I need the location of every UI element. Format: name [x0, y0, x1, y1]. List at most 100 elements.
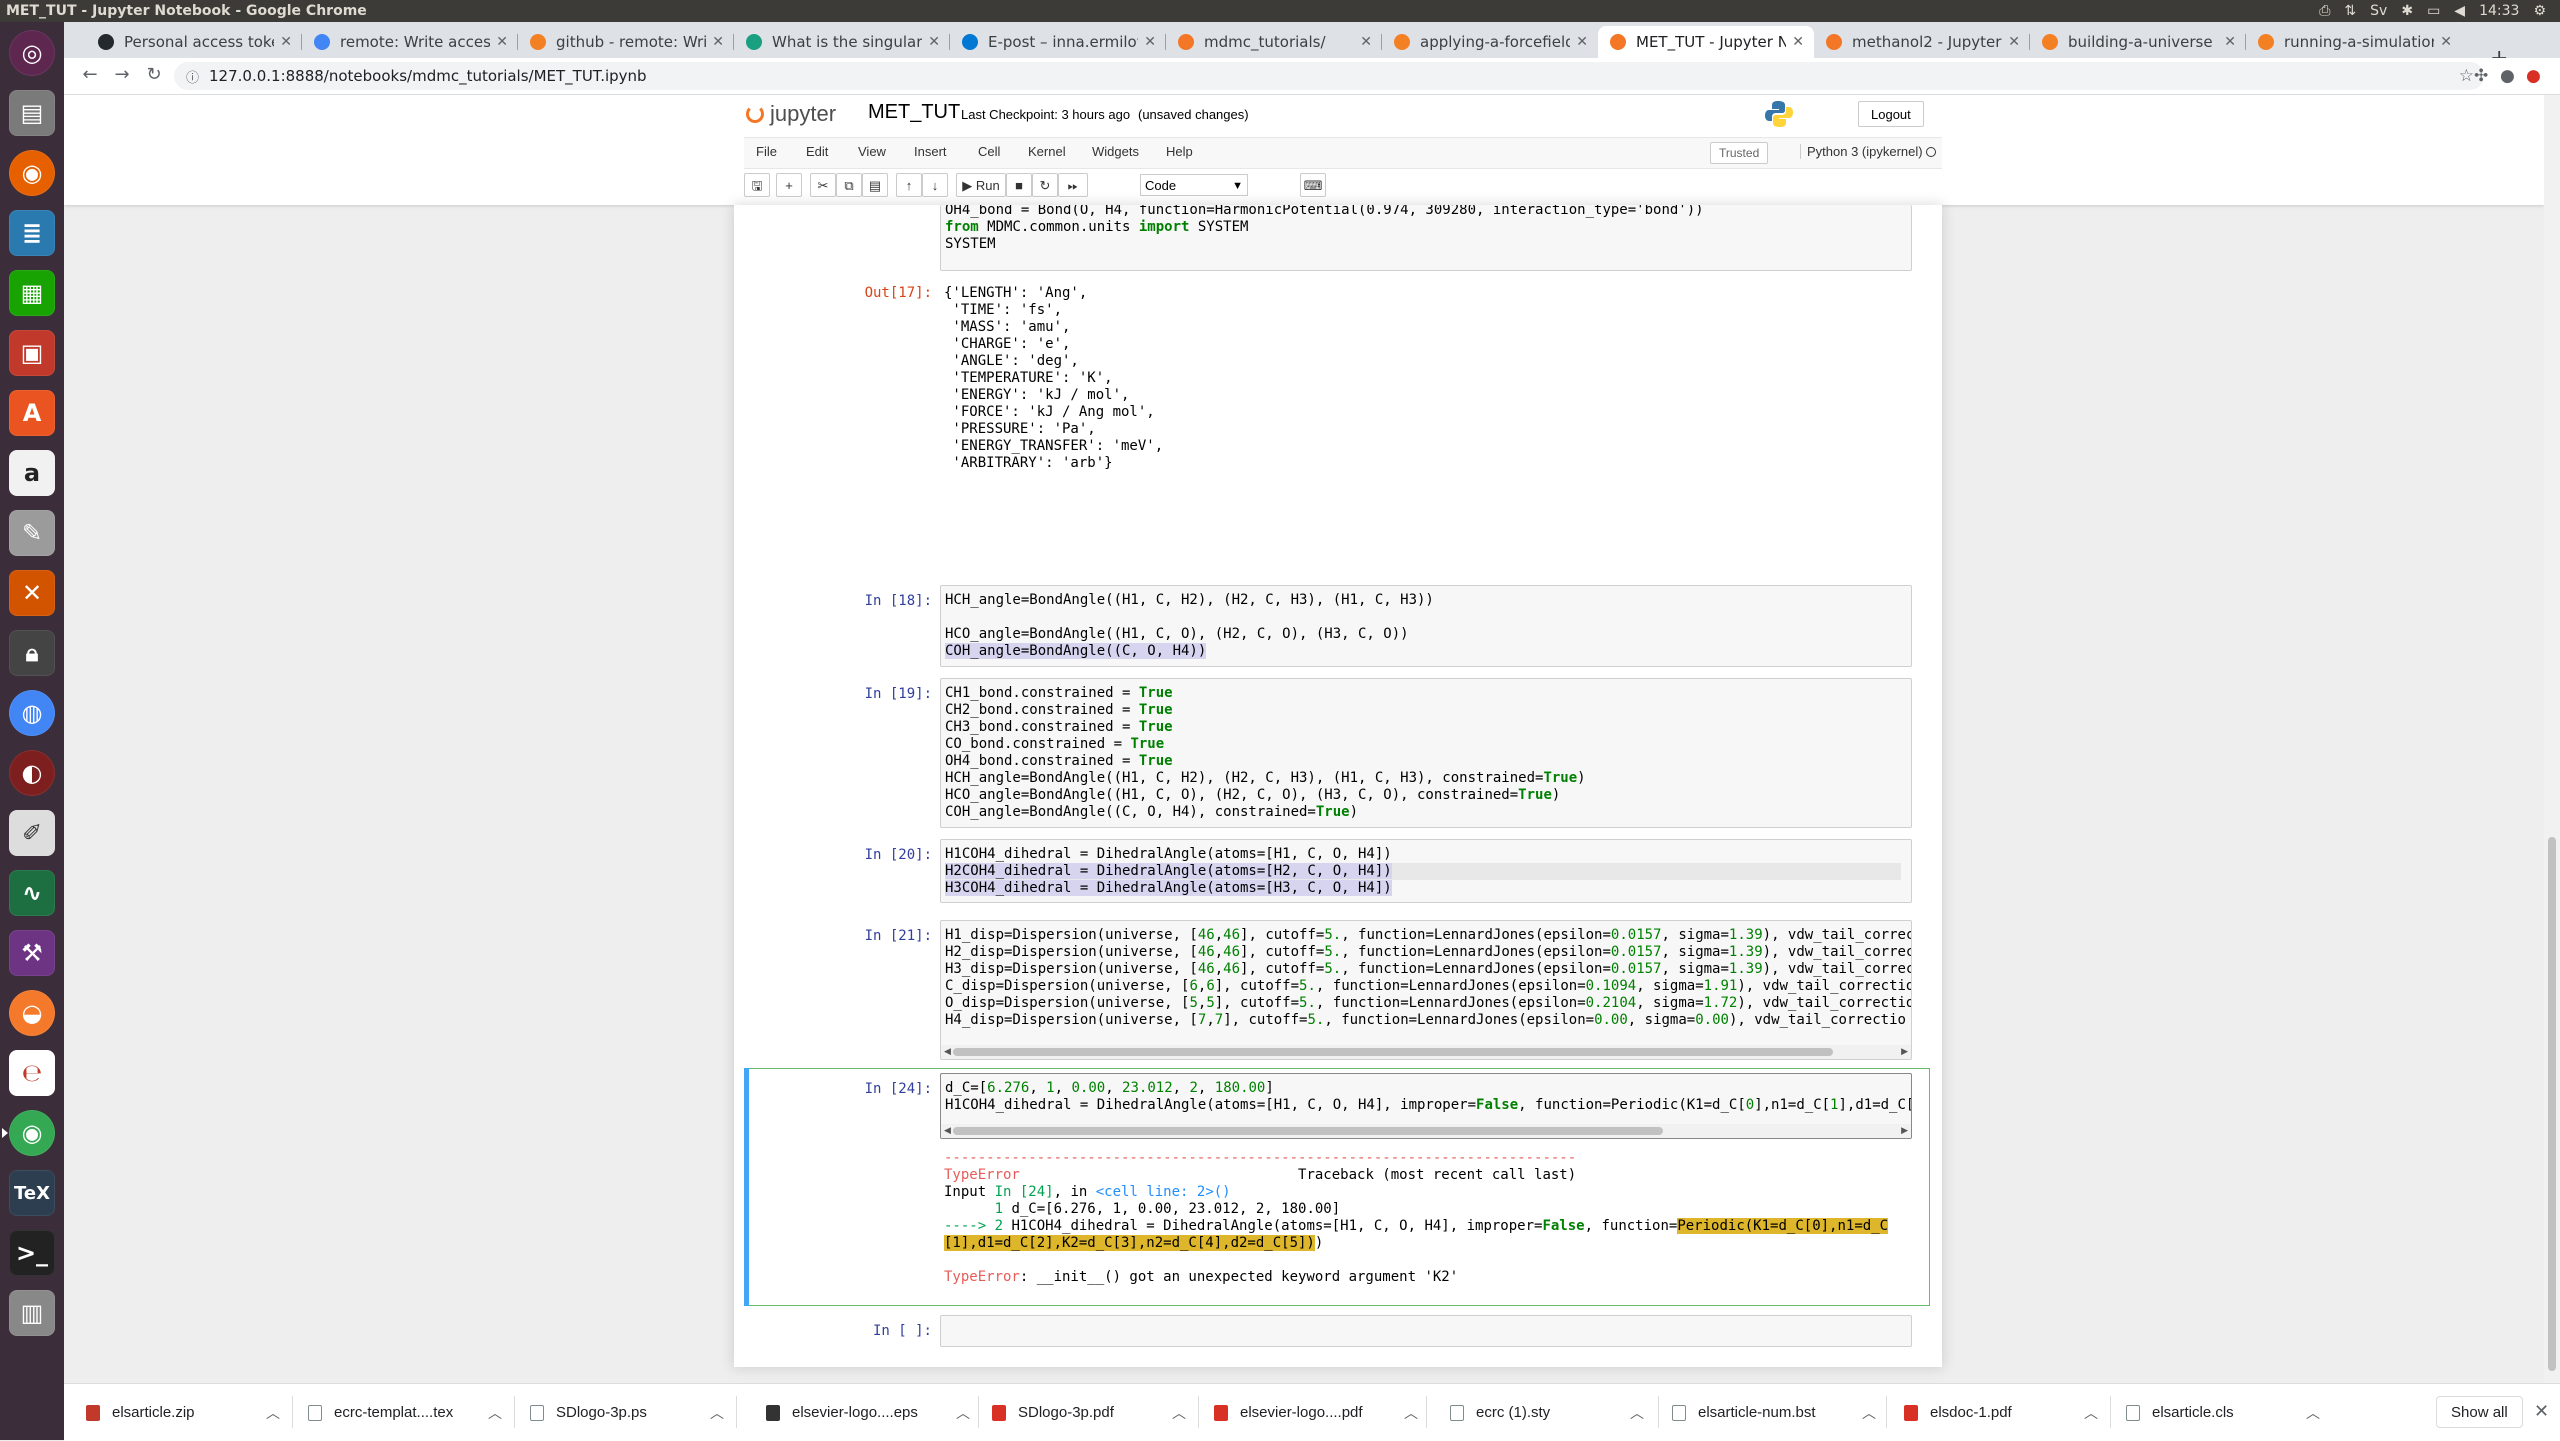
amazon-icon[interactable]: a — [9, 450, 55, 496]
trusted-badge[interactable]: Trusted — [1710, 142, 1769, 164]
dash-home-icon[interactable]: ◎ — [9, 30, 55, 76]
back-arrow-icon[interactable]: ← — [78, 64, 102, 85]
address-bar[interactable]: ⓘ 127.0.0.1:8888/notebooks/mdmc_tutorial… — [174, 62, 2484, 90]
menu-help[interactable]: Help — [1166, 144, 1193, 159]
download-item[interactable]: SDlogo-3p.ps ︿ — [530, 1384, 746, 1441]
save-icon[interactable]: 🖫︎ — [744, 173, 770, 197]
chevron-up-icon[interactable]: ︿ — [266, 1403, 280, 1423]
close-icon[interactable]: ✕ — [2224, 34, 2236, 50]
tab-personal-access-token[interactable]: Personal access token ✕ — [86, 26, 302, 58]
tweak-tool-icon[interactable]: ⚒ — [9, 930, 55, 976]
empty-code-cell[interactable] — [940, 1315, 1912, 1347]
tab-mdmc-tutorials[interactable]: mdmc_tutorials/✕ — [1166, 26, 1382, 58]
horizontal-scrollbar[interactable]: ◀ ▶ — [941, 1045, 1911, 1059]
clock[interactable]: 14:33 — [2479, 0, 2519, 22]
close-icon[interactable]: ✕ — [496, 34, 508, 50]
download-item[interactable]: elsevier-logo....eps ︿ — [766, 1384, 982, 1441]
restart-kernel-icon[interactable]: ↻ — [1032, 173, 1058, 197]
chevron-up-icon[interactable]: ︿ — [2084, 1403, 2098, 1423]
system-monitor-icon[interactable]: ∿ — [9, 870, 55, 916]
tab-e-post[interactable]: E-post – inna.ermilova ✕ — [950, 26, 1166, 58]
menu-insert[interactable]: Insert — [914, 144, 947, 159]
insert-cell-below-icon[interactable]: + — [776, 173, 802, 197]
reload-icon[interactable]: ↻ — [142, 64, 166, 85]
chevron-up-icon[interactable]: ︿ — [1862, 1403, 1876, 1423]
bluetooth-icon[interactable]: ✱ — [2401, 0, 2413, 22]
code-cell-24[interactable]: d_C=[6.276, 1, 0.00, 23.012, 2, 180.00] … — [940, 1073, 1912, 1139]
url-text[interactable]: 127.0.0.1:8888/notebooks/mdmc_tutorials/… — [209, 67, 647, 85]
command-palette-keyboard-icon[interactable]: ⌨ — [1300, 173, 1326, 197]
system-settings-icon[interactable]: ✎ — [9, 510, 55, 556]
download-item[interactable]: SDlogo-3p.pdf ︿ — [992, 1384, 1208, 1441]
libreoffice-impress-icon[interactable]: ▣ — [9, 330, 55, 376]
code-cell-17[interactable]: OH4_bond = Bond(O, H4, function=Harmonic… — [940, 205, 1912, 271]
chevron-up-icon[interactable]: ︿ — [956, 1403, 970, 1423]
move-up-icon[interactable]: ↑ — [896, 173, 922, 197]
tex-editor-icon[interactable]: TeX — [9, 1170, 55, 1216]
menu-edit[interactable]: Edit — [806, 144, 828, 159]
battery-icon[interactable]: ▭ — [2427, 0, 2440, 22]
chevron-up-icon[interactable]: ︿ — [488, 1403, 502, 1423]
close-icon[interactable]: ✕ — [712, 34, 724, 50]
lock-icon[interactable]: 🔒︎ — [9, 630, 55, 676]
tools-icon[interactable]: ✕ — [9, 570, 55, 616]
download-item[interactable]: elsevier-logo....pdf ︿ — [1214, 1384, 1430, 1441]
volume-icon[interactable]: ◀ — [2454, 0, 2465, 22]
code-text[interactable]: OH4_bond = Bond(O, H4, function=Harmonic… — [941, 205, 1911, 254]
chevron-up-icon[interactable]: ︿ — [1172, 1403, 1186, 1423]
code-cell-21[interactable]: H1_disp=Dispersion(universe, [46,46], cu… — [940, 920, 1912, 1060]
paste-icon[interactable]: ▤ — [862, 173, 888, 197]
chevron-up-icon[interactable]: ︿ — [1404, 1403, 1418, 1423]
menu-cell[interactable]: Cell — [978, 144, 1000, 159]
tab-running-a-simulation[interactable]: running-a-simulation ✕ — [2246, 26, 2462, 58]
run-button[interactable]: ▶ Run — [956, 173, 1006, 197]
files-icon[interactable]: ▤ — [9, 90, 55, 136]
close-icon[interactable]: ✕ — [1360, 34, 1372, 50]
tab-singularity[interactable]: What is the singularity✕ — [734, 26, 950, 58]
menu-kernel[interactable]: Kernel — [1028, 144, 1066, 159]
download-item[interactable]: elsarticle.cls ︿ — [2126, 1384, 2342, 1441]
keyboard-layout[interactable]: Sv — [2370, 0, 2387, 22]
trash-icon[interactable]: ▥ — [9, 1290, 55, 1336]
close-icon[interactable]: ✕ — [1576, 34, 1588, 50]
tab-building-a-universe[interactable]: building-a-universe - J ✕ — [2030, 26, 2246, 58]
chevron-up-icon[interactable]: ︿ — [1630, 1403, 1644, 1423]
close-icon[interactable]: ✕ — [280, 34, 292, 50]
code-text[interactable]: HCH_angle=BondAngle((H1, C, H2), (H2, C,… — [941, 586, 1911, 661]
chevron-up-icon[interactable]: ︿ — [2306, 1403, 2320, 1423]
interrupt-stop-icon[interactable]: ■ — [1006, 173, 1032, 197]
copy-icon[interactable]: ⧉ — [836, 173, 862, 197]
software-center-icon[interactable]: A — [9, 390, 55, 436]
close-icon[interactable]: ✕ — [1792, 34, 1804, 50]
close-icon[interactable]: ✕ — [1144, 34, 1156, 50]
tab-github-remote[interactable]: github - remote: Write ✕ — [518, 26, 734, 58]
tab-met-tut-active[interactable]: MET_TUT - Jupyter No ✕ — [1598, 26, 1814, 58]
libreoffice-writer-icon[interactable]: ≣ — [9, 210, 55, 256]
bookmark-star-icon[interactable]: ☆ — [2459, 66, 2474, 86]
tab-applying-a-forcefield[interactable]: applying-a-forcefield ✕ — [1382, 26, 1598, 58]
blender-icon[interactable]: ◒ — [9, 990, 55, 1036]
terminal-icon[interactable]: >_ — [9, 1230, 55, 1276]
code-text[interactable]: H1COH4_dihedral = DihedralAngle(atoms=[H… — [941, 840, 1911, 898]
profile-avatar-icon[interactable]: ● — [2500, 66, 2515, 86]
jupyter-logo[interactable]: jupyter — [746, 101, 836, 127]
info-icon[interactable]: ⓘ — [186, 67, 199, 86]
app-red-icon[interactable]: ◐ — [9, 750, 55, 796]
notebook-name[interactable]: MET_TUT — [868, 101, 960, 124]
scroll-right-icon[interactable]: ▶ — [1901, 1124, 1908, 1138]
tab-remote-write-access[interactable]: remote: Write access t✕ — [302, 26, 518, 58]
close-icon[interactable]: ✕ — [2008, 34, 2020, 50]
scrollbar-thumb[interactable] — [953, 1048, 1833, 1056]
network-icon[interactable]: ⇅ — [2344, 0, 2356, 22]
download-item[interactable]: ecrc-templat....tex ︿ — [308, 1384, 524, 1441]
code-text[interactable]: d_C=[6.276, 1, 0.00, 23.012, 2, 180.00] … — [941, 1074, 1911, 1115]
logout-button[interactable]: Logout — [1858, 101, 1924, 127]
download-item[interactable]: elsarticle-num.bst ︿ — [1672, 1384, 1888, 1441]
scrollbar-thumb[interactable] — [2548, 837, 2556, 1371]
code-cell-20[interactable]: H1COH4_dihedral = DihedralAngle(atoms=[H… — [940, 839, 1912, 903]
code-cell-19[interactable]: CH1_bond.constrained = True CH2_bond.con… — [940, 678, 1912, 828]
scrollbar-thumb[interactable] — [953, 1127, 1663, 1135]
close-icon[interactable]: ✕ — [928, 34, 940, 50]
download-item[interactable]: elsdoc-1.pdf ︿ — [1904, 1384, 2120, 1441]
tab-methanol2[interactable]: methanol2 - Jupyter N ✕ — [1814, 26, 2030, 58]
